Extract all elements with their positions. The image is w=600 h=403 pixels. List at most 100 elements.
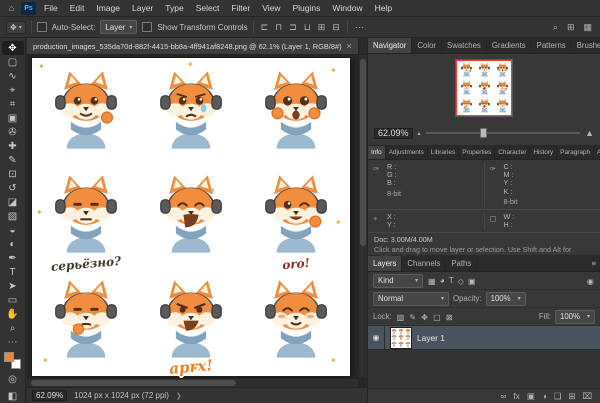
opacity-dropdown[interactable]: 100% ▾	[486, 292, 526, 306]
brush-tool[interactable]: ✎	[2, 153, 24, 167]
fill-dropdown[interactable]: 100% ▾	[555, 310, 595, 324]
navigator-zoom-slider[interactable]	[426, 132, 581, 134]
navigator-view-rectangle[interactable]	[456, 60, 512, 116]
shape-layers-filter-icon[interactable]: ◇	[457, 276, 465, 286]
panel-gradients-tab[interactable]: Gradients	[487, 38, 532, 53]
more-options-icon[interactable]: ⋯	[353, 22, 366, 33]
adjustment-layers-filter-icon[interactable]: ◕	[439, 276, 446, 286]
eyedropper-tool[interactable]: ✇	[2, 125, 24, 139]
layer-filter-toggle-icon[interactable]: ◉	[586, 276, 595, 286]
menu-layer[interactable]: Layer	[126, 0, 159, 17]
menu-type[interactable]: Type	[159, 0, 189, 17]
zoom-slider-handle[interactable]	[480, 128, 487, 138]
lock-all-icon[interactable]: ⊠	[445, 312, 454, 322]
visibility-eye-icon[interactable]: ◉	[373, 333, 380, 342]
panel-properties-tab[interactable]: Properties	[459, 146, 495, 159]
layer-row-layer-1[interactable]: ◉	[368, 326, 600, 350]
type-tool[interactable]: T	[2, 265, 24, 279]
panel-channels-tab[interactable]: Channels	[402, 256, 446, 271]
status-chevron-icon[interactable]: ❯	[176, 392, 182, 400]
align-bottom-icon[interactable]: ⊔	[302, 22, 313, 33]
lock-transparency-icon[interactable]: ▨	[396, 312, 406, 322]
crop-tool[interactable]: ⌗	[2, 97, 24, 111]
panel-swatches-tab[interactable]: Swatches	[442, 38, 487, 53]
layer-name[interactable]: Layer 1	[417, 333, 445, 343]
navigator-zoom-value[interactable]: 62.09%	[374, 128, 413, 139]
pen-tool[interactable]: ✒	[2, 251, 24, 265]
type-layers-filter-icon[interactable]: T	[448, 276, 455, 286]
screen-mode-icon[interactable]: ◧	[2, 389, 24, 403]
canvas-viewport[interactable]: серьёзно? ♪ oro!	[27, 55, 367, 387]
clone-stamp-tool[interactable]: ⊡	[2, 167, 24, 181]
new-layer-icon[interactable]: ⊞	[568, 391, 575, 401]
align-center-horizontal-icon[interactable]: ⊓	[273, 22, 284, 33]
panel-navigator-tab[interactable]: Navigator	[368, 38, 412, 53]
panel-character-tab[interactable]: Character	[495, 146, 530, 159]
panel-color-tab[interactable]: Color	[412, 38, 442, 53]
panel-history-tab[interactable]: History	[530, 146, 557, 159]
menu-view[interactable]: View	[256, 0, 286, 17]
navigator-thumbnail[interactable]: ♪	[455, 59, 513, 117]
show-transform-controls-checkbox[interactable]	[142, 22, 152, 32]
panel-paths-tab[interactable]: Paths	[446, 256, 477, 271]
pixel-layers-filter-icon[interactable]: ▦	[427, 276, 437, 286]
panel-paragraph-tab[interactable]: Paragraph	[557, 146, 594, 159]
menu-image[interactable]: Image	[90, 0, 126, 17]
path-selection-tool[interactable]: ➤	[2, 279, 24, 293]
rgb-bit-depth[interactable]: 8-bit	[374, 189, 480, 198]
shape-tool[interactable]: ▭	[2, 293, 24, 307]
lock-pixels-icon[interactable]: ✎	[408, 312, 417, 322]
status-zoom-field[interactable]: 62.09%	[32, 390, 67, 401]
eraser-tool[interactable]: ◪	[2, 195, 24, 209]
document-tab[interactable]: production_images_535da70d-882f-4415-bb8…	[27, 38, 359, 54]
close-icon[interactable]: ×	[347, 41, 352, 51]
blend-mode-dropdown[interactable]: Normal ▾	[373, 292, 449, 306]
menu-file[interactable]: File	[38, 0, 64, 17]
layer-filter-kind-dropdown[interactable]: Kind ▾	[373, 274, 423, 288]
quick-mask-icon[interactable]: ◎	[2, 372, 24, 386]
link-layers-icon[interactable]: ∞	[500, 391, 506, 401]
rectangular-marquee-tool[interactable]: ▢	[2, 55, 24, 69]
tool-preset-picker[interactable]: ✥ ▾	[6, 21, 26, 34]
add-layer-mask-icon[interactable]: ▣	[527, 391, 535, 401]
distribute-horizontal-icon[interactable]: ⊞	[316, 22, 328, 33]
layer-effects-icon[interactable]: fx	[513, 391, 520, 401]
object-selection-tool[interactable]: ⌖	[2, 83, 24, 97]
auto-select-checkbox[interactable]	[37, 22, 47, 32]
dodge-tool[interactable]: ◐	[2, 237, 24, 251]
panel-actions-tab[interactable]: Actions	[594, 146, 600, 159]
zoom-out-mountain-icon[interactable]: ▴	[418, 130, 421, 137]
zoom-in-mountain-icon[interactable]: ▲	[585, 128, 594, 138]
panel-libraries-tab[interactable]: Libraries	[428, 146, 459, 159]
vertical-scrollbar[interactable]	[358, 55, 367, 378]
new-group-icon[interactable]: ❏	[554, 391, 562, 401]
lock-position-icon[interactable]: ✥	[420, 312, 429, 322]
horizontal-scrollbar[interactable]	[27, 378, 358, 387]
smart-object-filter-icon[interactable]: ▣	[467, 276, 477, 286]
align-left-icon[interactable]: ⊏	[259, 22, 271, 33]
zoom-tool[interactable]: ⌕	[2, 321, 24, 335]
menu-plugins[interactable]: Plugins	[286, 0, 326, 17]
align-right-icon[interactable]: ⊐	[287, 22, 299, 33]
new-adjustment-layer-icon[interactable]: ◑	[542, 391, 547, 401]
panel-layers-tab[interactable]: Layers	[368, 256, 402, 271]
foreground-color-swatch[interactable]	[4, 352, 14, 362]
delete-layer-icon[interactable]: ⌧	[582, 391, 592, 401]
workspace-switcher-icon[interactable]: ▦	[581, 22, 594, 33]
panel-adjustments-tab[interactable]: Adjustments	[386, 146, 428, 159]
document-canvas[interactable]: серьёзно? ♪ oro!	[32, 58, 350, 376]
move-tool[interactable]: ✥	[2, 41, 24, 55]
lock-artboard-icon[interactable]: ▢	[432, 312, 442, 322]
blur-tool[interactable]: ◒	[2, 223, 24, 237]
panel-menu-icon[interactable]: ≡	[587, 256, 600, 271]
cmyk-bit-depth[interactable]: 8-bit	[491, 197, 597, 206]
gradient-tool[interactable]: ▧	[2, 209, 24, 223]
auto-select-mode-dropdown[interactable]: Layer ▾	[100, 20, 137, 34]
panel-patterns-tab[interactable]: Patterns	[532, 38, 572, 53]
layer-thumbnail[interactable]: ♪	[390, 327, 412, 349]
search-icon[interactable]: ⌕	[551, 22, 560, 33]
menu-filter[interactable]: Filter	[225, 0, 256, 17]
menu-help[interactable]: Help	[369, 0, 398, 17]
edit-toolbar-icon[interactable]: ⋯	[2, 335, 24, 349]
history-brush-tool[interactable]: ↺	[2, 181, 24, 195]
